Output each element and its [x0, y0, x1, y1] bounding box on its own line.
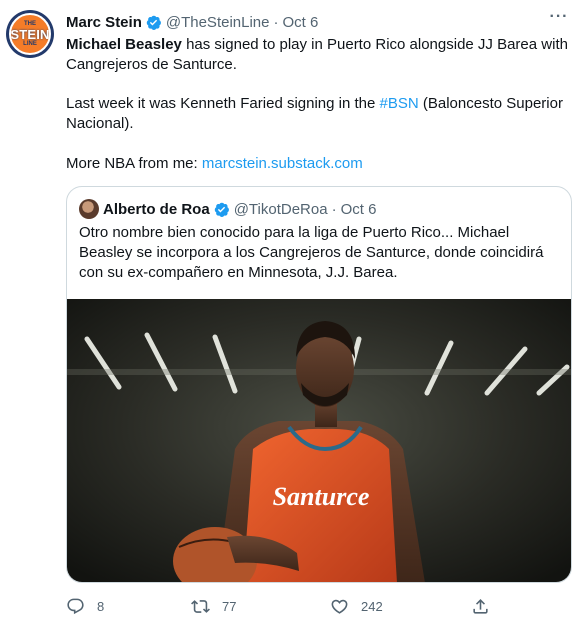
tweet-text-paragraph-3: More NBA from me: marcstein.substack.com: [66, 155, 363, 172]
tweet-avatar[interactable]: THE STEIN LINE: [6, 10, 54, 58]
reply-button[interactable]: 8: [66, 596, 104, 616]
tweet-date[interactable]: Oct 6: [282, 14, 318, 31]
quoted-tweet[interactable]: Alberto de Roa @TikotDeRoa · Oct 6 Otro …: [66, 186, 572, 583]
heart-icon: [331, 599, 348, 614]
retweet-count: 77: [222, 598, 237, 614]
stein-line-logo: THE STEIN LINE: [9, 13, 51, 55]
separator-dot: ·: [273, 13, 279, 31]
retweet-button[interactable]: 77: [191, 596, 236, 616]
tweet-header: Marc Stein @TheSteinLine · Oct 6: [66, 11, 583, 33]
tweet-text-paragraph-1: Michael Beasley has signed to play in Pu…: [66, 36, 568, 73]
share-button[interactable]: [471, 596, 502, 616]
like-button[interactable]: 242: [330, 596, 383, 616]
quote-author-handle[interactable]: @TikotDeRoa: [234, 201, 328, 218]
author-handle[interactable]: @TheSteinLine: [166, 14, 270, 31]
share-icon: [473, 598, 488, 614]
jersey-text: Santurce: [273, 482, 370, 511]
substack-link[interactable]: marcstein.substack.com: [202, 155, 363, 172]
quote-date[interactable]: Oct 6: [341, 201, 377, 218]
quote-text: Otro nombre bien conocido para la liga d…: [79, 224, 544, 281]
verified-badge-icon: [146, 15, 161, 30]
author-name[interactable]: Marc Stein: [66, 14, 142, 31]
reply-count: 8: [97, 598, 105, 614]
reply-icon: [67, 598, 84, 614]
verified-badge-icon: [214, 202, 229, 217]
like-count: 242: [361, 598, 383, 614]
retweet-icon: [191, 599, 210, 613]
mention-bold: Michael Beasley: [66, 36, 182, 53]
tweet-text-paragraph-2: Last week it was Kenneth Faried signing …: [66, 95, 563, 132]
tweet-actions: 8 77 242: [66, 596, 496, 616]
quote-media-photo[interactable]: Santurce: [67, 299, 571, 583]
hashtag-link[interactable]: #BSN: [380, 95, 419, 112]
quote-avatar[interactable]: [79, 199, 99, 219]
quote-header: Alberto de Roa @TikotDeRoa · Oct 6: [79, 199, 376, 219]
separator-dot: ·: [331, 200, 337, 218]
more-options-icon[interactable]: ···: [549, 9, 569, 30]
quote-author-name[interactable]: Alberto de Roa: [103, 201, 210, 218]
